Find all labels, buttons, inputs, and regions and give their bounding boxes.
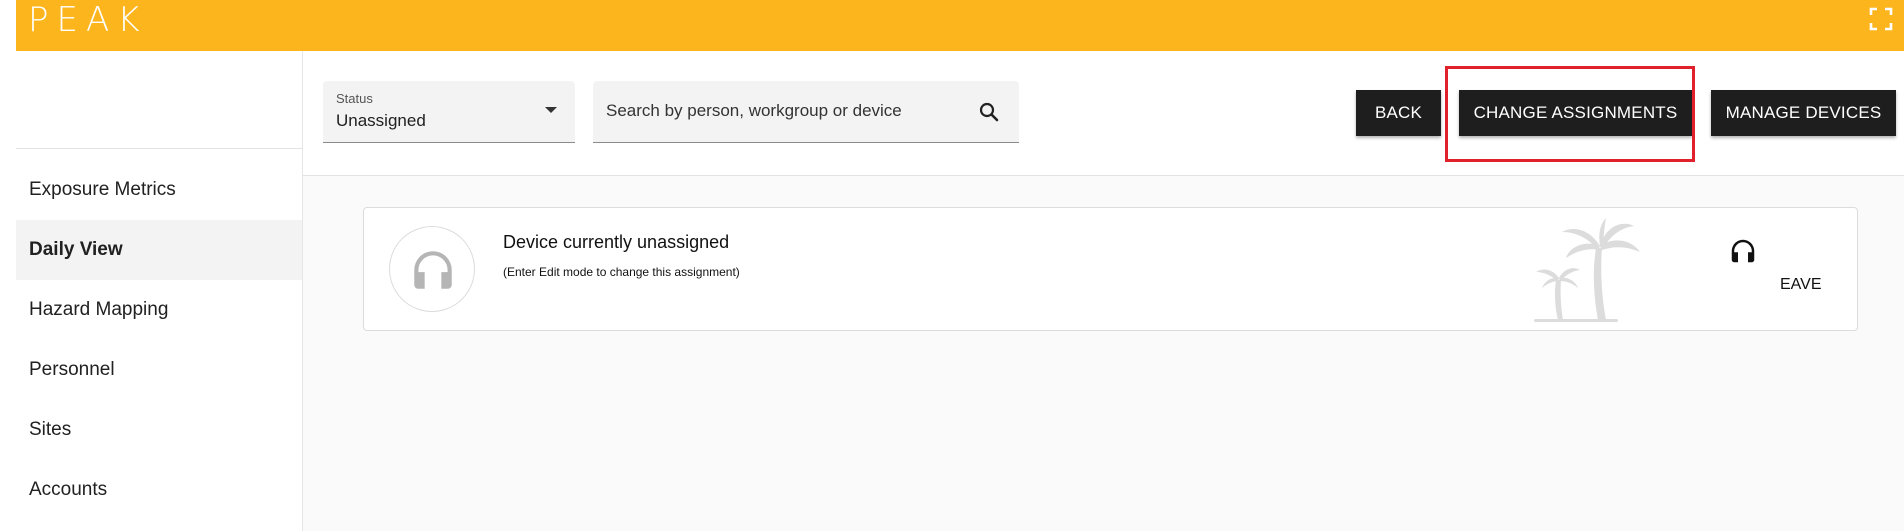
sidebar-item-accounts[interactable]: Accounts [16,460,302,520]
peak-logo: PEAK [28,0,148,40]
device-status-subtitle: (Enter Edit mode to change this assignme… [503,265,740,279]
sidebar: Exposure Metrics Daily View Hazard Mappi… [16,51,303,531]
device-avatar [389,226,475,312]
sidebar-item-sites[interactable]: Sites [16,400,302,460]
sidebar-header [16,51,302,149]
fullscreen-icon[interactable] [1868,6,1894,32]
headphones-icon [414,251,452,289]
device-status-title: Device currently unassigned [503,232,730,252]
search-icon[interactable] [977,100,1001,124]
headphones-small-icon [1731,239,1755,263]
search-box [593,81,1019,143]
device-label: EAVE [1780,276,1822,293]
device-card[interactable]: Device currently unassigned (Enter Edit … [363,207,1858,331]
manage-devices-button[interactable]: MANAGE DEVICES [1711,90,1896,136]
toolbar: Status Unassigned BACK CHANGE ASSIGNMENT… [303,51,1904,176]
change-assignments-button[interactable]: CHANGE ASSIGNMENTS [1459,90,1692,136]
main-content: Device currently unassigned (Enter Edit … [303,176,1904,531]
status-select[interactable]: Status Unassigned [323,81,575,143]
top-bar: PEAK [16,0,1904,51]
status-value: Unassigned [336,111,426,130]
palm-tree-icon [1534,218,1640,322]
chevron-down-icon [545,107,557,113]
search-input[interactable] [593,81,963,141]
back-button[interactable]: BACK [1356,90,1441,136]
sidebar-item-hazard-mapping[interactable]: Hazard Mapping [16,280,302,340]
app-window: PEAK Exposure Metrics Daily View Hazard … [16,0,1904,531]
status-label: Status [336,91,373,106]
sidebar-item-daily-view[interactable]: Daily View [16,220,302,280]
sidebar-item-personnel[interactable]: Personnel [16,340,302,400]
sidebar-item-exposure-metrics[interactable]: Exposure Metrics [16,160,302,220]
